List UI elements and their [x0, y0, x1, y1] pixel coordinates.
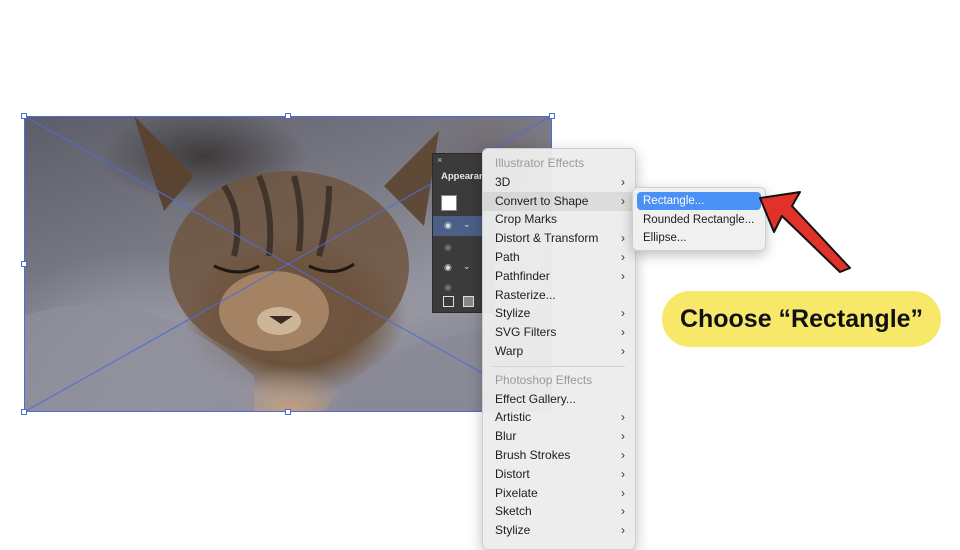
menu-item-distort[interactable]: Distort › — [483, 465, 635, 484]
menu-item-label: Artistic — [495, 410, 531, 425]
effect-menu: Illustrator Effects 3D › Convert to Shape › C… — [482, 148, 636, 550]
convert-to-shape-submenu: Rectangle... Rounded Rectangle... Ellipse.… — [632, 187, 766, 251]
menu-item-label: Effect Gallery... — [495, 391, 576, 406]
panel-title: Appearan — [441, 171, 485, 182]
menu-item-stylize[interactable]: Stylize › — [483, 521, 635, 540]
chevron-right-icon: › — [621, 448, 625, 462]
menu-item-3d[interactable]: 3D › — [483, 173, 635, 192]
handle-top-right[interactable] — [549, 113, 555, 119]
submenu-item-rectangle[interactable]: Rectangle... — [637, 192, 761, 210]
menu-item-pathfinder[interactable]: Pathfinder › — [483, 267, 635, 286]
menu-item-label: Pixelate — [495, 485, 538, 500]
menu-item-label: Path — [495, 250, 520, 264]
menu-item-effect-gallery[interactable]: Effect Gallery... — [483, 390, 635, 409]
menu-item-svg-filters[interactable]: SVG Filters › — [483, 323, 635, 342]
menu-item-label: Sketch — [495, 504, 532, 519]
menu-item-convert-to-shape[interactable]: Convert to Shape › — [483, 191, 635, 211]
chevron-right-icon: › — [621, 410, 625, 425]
menu-item-label: Blur — [495, 429, 517, 444]
chevron-down-icon[interactable]: ⌄ — [463, 219, 471, 230]
menu-item-artistic[interactable]: Artistic › — [483, 408, 635, 427]
chevron-right-icon: › — [621, 325, 625, 340]
chevron-right-icon: › — [621, 193, 625, 208]
menu-item-label: 3D — [495, 174, 511, 189]
menu-item-sketch[interactable]: Sketch › — [483, 502, 635, 521]
menu-item-label: Crop Marks — [495, 212, 558, 227]
menu-item-label: Illustrator Effects — [495, 156, 585, 170]
menu-item-label: Rasterize... — [495, 287, 556, 302]
menu-item-label: Stylize — [495, 523, 531, 538]
red-arrow-icon — [759, 191, 851, 273]
menu-item-label: SVG Filters — [495, 325, 557, 340]
chevron-right-icon: › — [621, 306, 625, 321]
close-icon[interactable]: × — [437, 155, 442, 165]
menu-item-pixelate[interactable]: Pixelate › — [483, 484, 635, 503]
menu-item-label: Warp — [495, 344, 524, 358]
handle-middle-left[interactable] — [21, 261, 27, 267]
fill-swatch[interactable] — [441, 195, 457, 211]
chevron-right-icon: › — [621, 429, 625, 444]
menu-item-rasterize[interactable]: Rasterize... — [483, 286, 635, 305]
chevron-down-icon[interactable]: ⌄ — [463, 261, 471, 272]
new-stroke-icon[interactable] — [443, 296, 454, 307]
menu-separator — [493, 365, 625, 367]
menu-item-label: Stylize — [495, 306, 531, 321]
eye-icon[interactable]: ◉ — [444, 220, 452, 231]
chevron-right-icon: › — [621, 174, 625, 189]
menu-section-photoshop-effects: Photoshop Effects — [483, 371, 635, 390]
chevron-right-icon: › — [621, 268, 625, 283]
handle-bottom-left[interactable] — [21, 409, 27, 415]
menu-item-label: Pathfinder — [495, 268, 550, 283]
submenu-item-rounded-rectangle[interactable]: Rounded Rectangle... — [637, 211, 761, 229]
chevron-right-icon: › — [621, 250, 625, 264]
menu-item-warp[interactable]: Warp › — [483, 342, 635, 361]
menu-item-brush-strokes[interactable]: Brush Strokes › — [483, 446, 635, 465]
handle-bottom-middle[interactable] — [285, 409, 291, 415]
chevron-right-icon: › — [621, 523, 625, 538]
chevron-right-icon: › — [621, 485, 625, 500]
menu-item-distort-transform[interactable]: Distort & Transform › — [483, 229, 635, 248]
handle-top-middle[interactable] — [285, 113, 291, 119]
menu-item-label: Photoshop Effects — [495, 372, 593, 387]
menu-item-crop-marks[interactable]: Crop Marks — [483, 210, 635, 229]
menu-item-label: Convert to Shape — [495, 193, 589, 208]
menu-section-illustrator-effects: Illustrator Effects — [483, 154, 635, 173]
menu-item-label: Brush Strokes — [495, 448, 571, 462]
instruction-callout: Choose “Rectangle” — [662, 291, 941, 347]
eye-icon[interactable]: ◉ — [444, 262, 452, 273]
menu-item-blur[interactable]: Blur › — [483, 427, 635, 446]
handle-top-left[interactable] — [21, 113, 27, 119]
chevron-right-icon: › — [621, 231, 625, 246]
menu-item-label: Distort — [495, 466, 530, 481]
chevron-right-icon: › — [621, 466, 625, 481]
new-fill-icon[interactable] — [463, 296, 474, 307]
chevron-right-icon: › — [621, 344, 625, 358]
submenu-item-ellipse[interactable]: Ellipse... — [637, 229, 761, 247]
eye-icon[interactable]: ◉ — [444, 242, 452, 253]
menu-item-label: Distort & Transform — [495, 231, 599, 246]
menu-item-path[interactable]: Path › — [483, 248, 635, 267]
chevron-right-icon: › — [621, 504, 625, 519]
menu-item-stylize[interactable]: Stylize › — [483, 304, 635, 323]
eye-icon[interactable]: ◉ — [444, 282, 452, 293]
